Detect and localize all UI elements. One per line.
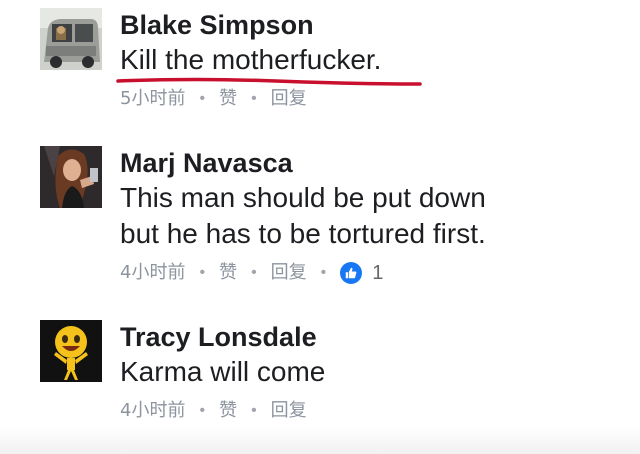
comment-text-line: but he has to be tortured first.: [120, 218, 486, 249]
separator-dot: •: [251, 402, 257, 419]
comment-text-line: This man should be put down: [120, 182, 486, 213]
comment-author[interactable]: Blake Simpson: [120, 8, 620, 42]
reply-button[interactable]: 回复: [271, 260, 307, 286]
separator-dot: •: [251, 90, 257, 107]
comment-thread: Blake Simpson Kill the motherfucker. 5小时…: [0, 0, 640, 454]
comment-timestamp[interactable]: 4小时前: [120, 398, 185, 424]
separator-dot: •: [199, 402, 206, 419]
comment-meta: 4小时前 • 赞 • 回复: [120, 398, 620, 424]
separator-dot: •: [251, 264, 257, 281]
comment-author[interactable]: Marj Navasca: [120, 146, 620, 180]
like-button[interactable]: 赞: [219, 398, 237, 424]
comment-meta: 4小时前 • 赞 • 回复 • 1: [120, 260, 620, 286]
emoji-character-avatar[interactable]: [40, 320, 102, 382]
reply-button[interactable]: 回复: [271, 398, 307, 424]
reaction-summary[interactable]: 1: [340, 260, 383, 286]
comment-meta: 5小时前 • 赞 • 回复: [120, 86, 620, 112]
comment-text: This man should be put down but he has t…: [120, 180, 620, 252]
red-underline-annotation: [116, 77, 422, 86]
like-button[interactable]: 赞: [219, 86, 237, 112]
separator-dot: •: [199, 264, 206, 281]
comment-timestamp[interactable]: 4小时前: [120, 260, 185, 286]
van-photo-avatar[interactable]: [40, 8, 102, 70]
like-button[interactable]: 赞: [219, 260, 237, 286]
thumbs-up-icon: [340, 262, 363, 284]
reply-button[interactable]: 回复: [271, 86, 307, 112]
comment-text: Karma will come: [120, 356, 326, 387]
separator-dot: •: [320, 264, 327, 281]
comment-text-content: Kill the motherfucker.: [120, 44, 382, 75]
separator-dot: •: [199, 90, 206, 107]
comment-timestamp[interactable]: 5小时前: [120, 86, 185, 112]
comment-text: Kill the motherfucker.: [116, 42, 422, 86]
reaction-count: 1: [372, 262, 384, 284]
woman-photo-avatar[interactable]: [40, 146, 102, 208]
comment-author[interactable]: Tracy Lonsdale: [120, 320, 620, 354]
